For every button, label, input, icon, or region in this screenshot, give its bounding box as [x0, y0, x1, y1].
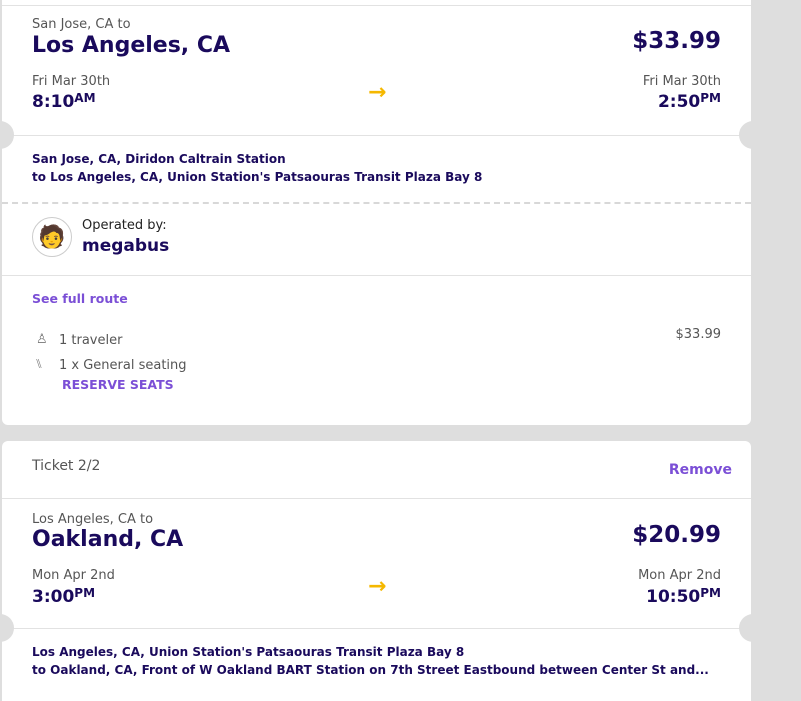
remove-button[interactable]: Remove	[669, 462, 732, 478]
reserve-seats-button[interactable]: RESERVE SEATS	[62, 377, 174, 392]
ticket-price: $33.99	[632, 28, 721, 54]
operator-name: megabus	[82, 236, 170, 256]
arrival-time-value: 2:50	[657, 92, 701, 112]
ticket-card-1: San Jose, CA to Los Angeles, CA $33.99 F…	[0, 0, 767, 425]
destination-city: Oakland, CA	[32, 527, 184, 552]
seating-type: 1 x General seating	[59, 358, 187, 373]
arrival-time: 10:50PM	[646, 586, 721, 607]
operator-avatar: 🧑	[32, 217, 72, 257]
departure-ampm: PM	[74, 586, 96, 600]
origin-stop: Los Angeles, CA, Union Station's Patsaou…	[32, 645, 465, 659]
destination-stop: to Los Angeles, CA, Union Station's Pats…	[32, 170, 483, 184]
line-price: $33.99	[675, 327, 722, 342]
arrival-time-value: 10:50	[646, 587, 701, 607]
departure-time: 3:00PM	[32, 586, 95, 607]
see-full-route-link[interactable]: See full route	[32, 291, 128, 306]
ticket-price: $20.99	[632, 522, 721, 548]
arrival-time: 2:50PM	[658, 91, 721, 112]
origin-label: San Jose, CA to	[32, 17, 131, 32]
arrival-ampm: PM	[700, 586, 721, 600]
arrival-ampm: PM	[700, 91, 721, 105]
destination-stop: to Oakland, CA, Front of W Oakland BART …	[32, 663, 709, 677]
departure-time-value: 8:10	[32, 92, 75, 112]
ticket-card-2: Ticket 2/2 Remove Los Angeles, CA to Oak…	[0, 441, 767, 701]
person-icon: ♙	[36, 332, 48, 347]
arrow-right-icon: →	[368, 80, 387, 105]
arrival-date: Mon Apr 2nd	[638, 568, 721, 583]
departure-ampm: AM	[74, 91, 96, 105]
traveler-count: 1 traveler	[59, 333, 123, 348]
departure-date: Mon Apr 2nd	[32, 568, 115, 583]
seat-icon: ⑊	[35, 357, 43, 372]
origin-stop: San Jose, CA, Diridon Caltrain Station	[32, 152, 286, 166]
departure-time-value: 3:00	[32, 587, 75, 607]
operated-by-label: Operated by:	[82, 218, 167, 233]
ticket-header: Ticket 2/2	[32, 458, 101, 474]
arrival-date: Fri Mar 30th	[642, 74, 721, 89]
destination-city: Los Angeles, CA	[32, 33, 230, 58]
departure-time: 8:10AM	[32, 91, 96, 112]
origin-label: Los Angeles, CA to	[32, 512, 154, 527]
departure-date: Fri Mar 30th	[32, 74, 111, 89]
arrow-right-icon: →	[368, 574, 387, 599]
